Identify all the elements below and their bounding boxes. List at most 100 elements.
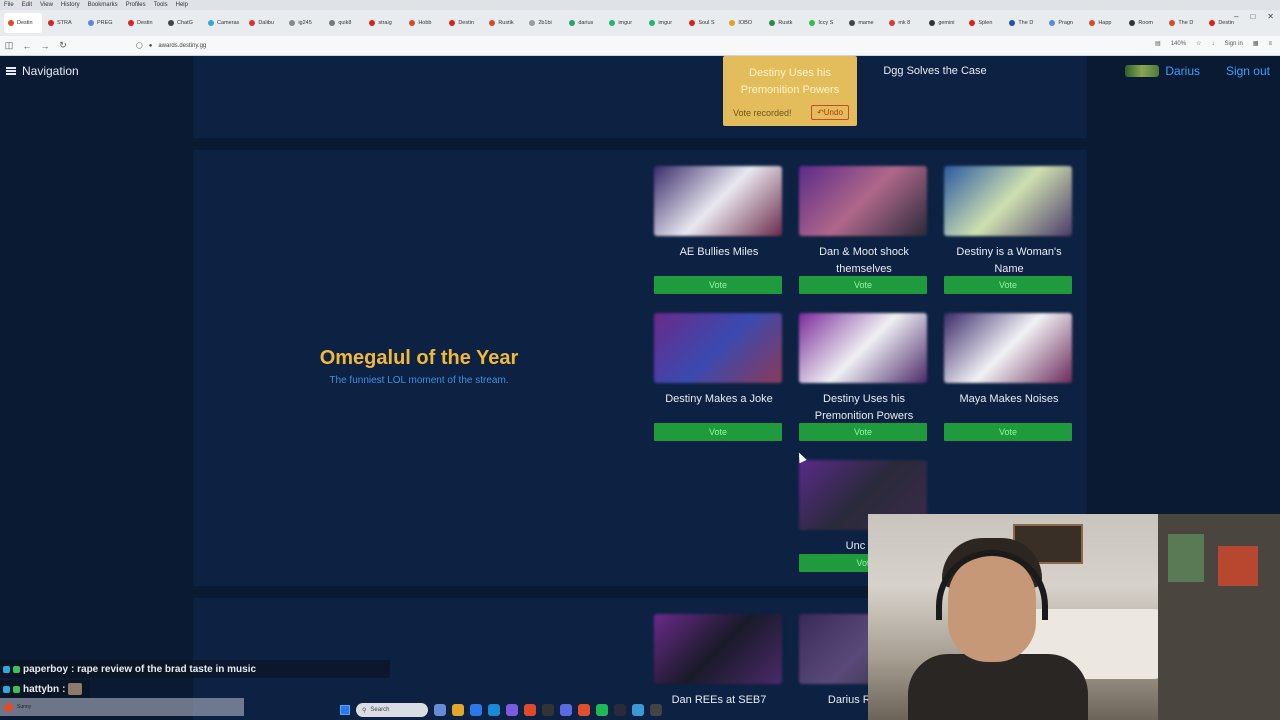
sign-out-link[interactable]: Sign out (1226, 64, 1270, 78)
tab-favicon-icon (809, 20, 816, 26)
weather-icon (4, 702, 13, 712)
browser-tab[interactable]: Hobb (405, 13, 443, 33)
menu-item[interactable]: History (61, 2, 80, 8)
browser-tab[interactable]: Iccy S (805, 13, 843, 33)
browser-tab[interactable]: Rustik (485, 13, 523, 33)
browser-tab[interactable]: imgur (605, 13, 643, 33)
vote-button[interactable]: Vote (944, 423, 1072, 441)
browser-tab[interactable]: IOBO (725, 13, 763, 33)
store-icon[interactable] (488, 704, 500, 716)
tab-favicon-icon (1089, 20, 1096, 26)
menu-item[interactable]: Tools (154, 2, 168, 8)
menu-item[interactable]: Help (176, 2, 188, 8)
windows-start-icon[interactable] (340, 705, 350, 715)
browser-tab[interactable]: Room (1125, 13, 1163, 33)
browser-tab[interactable]: 2b1bi (525, 13, 563, 33)
nominee-thumbnail[interactable] (654, 614, 782, 684)
nominee-thumbnail[interactable] (654, 313, 782, 383)
browser-tab[interactable]: Happ (1085, 13, 1123, 33)
task-view-icon[interactable] (434, 704, 446, 716)
back-icon[interactable]: ← (18, 41, 36, 51)
discord-icon[interactable] (560, 704, 572, 716)
browser-tab[interactable]: Dalibu (245, 13, 283, 33)
menu-item[interactable]: File (4, 2, 14, 8)
zoom-level[interactable]: 140% (1171, 41, 1186, 47)
chat-text: : (62, 683, 66, 695)
browser-tab[interactable]: Destin (4, 13, 42, 33)
file-explorer-icon[interactable] (452, 704, 464, 716)
url-field[interactable]: ◯ ● awards.destiny.gg (136, 42, 206, 50)
nominee-card: Destiny Makes a Joke Vote (654, 313, 784, 441)
vote-button[interactable]: Vote (799, 423, 927, 441)
download-icon[interactable]: ↓ (1211, 41, 1214, 47)
bookmark-star-icon[interactable]: ☆ (1196, 40, 1201, 47)
nominee-thumbnail[interactable] (944, 166, 1072, 236)
nominee-thumbnail[interactable] (654, 166, 782, 236)
browser-tab[interactable]: Soul S (685, 13, 723, 33)
reader-icon[interactable]: ▤ (1155, 40, 1161, 47)
taskbar-search[interactable]: ⚲ Search (356, 703, 428, 717)
extensions-icon[interactable]: ▦ (1253, 40, 1259, 47)
tab-label: Destin (137, 20, 153, 26)
browser-tab[interactable]: darius (565, 13, 603, 33)
browser-tab[interactable]: quik8 (325, 13, 363, 33)
user-profile[interactable]: Darius (1125, 64, 1200, 78)
tab-favicon-icon (88, 20, 94, 26)
browser-tab[interactable]: Destin (124, 13, 162, 33)
tab-label: imgur (618, 20, 633, 26)
menu-item[interactable]: Profiles (126, 2, 146, 8)
app-icon[interactable] (506, 704, 518, 716)
weather-widget[interactable]: Sunny (0, 698, 244, 716)
undo-button[interactable]: ↶Undo (811, 105, 849, 120)
app-icon[interactable] (524, 704, 536, 716)
nominee-thumbnail[interactable] (799, 313, 927, 383)
firefox-icon[interactable] (578, 704, 590, 716)
browser-tab[interactable]: mame (845, 13, 883, 33)
menu-item[interactable]: View (40, 2, 53, 8)
browser-tab[interactable]: STRA (44, 13, 82, 33)
browser-tab[interactable]: PREG (84, 13, 122, 33)
app-icon[interactable] (650, 704, 662, 716)
maximize-icon[interactable]: □ (1250, 12, 1255, 21)
tab-label: IOBO (738, 20, 753, 26)
vote-button[interactable]: Vote (799, 276, 927, 294)
navigation-toggle[interactable]: Navigation (6, 64, 79, 78)
app-icon[interactable] (632, 704, 644, 716)
minimize-icon[interactable]: – (1234, 12, 1238, 21)
close-icon[interactable]: ✕ (1267, 12, 1274, 21)
browser-tab[interactable]: Pragn (1045, 13, 1083, 33)
browser-tab[interactable]: straig (365, 13, 403, 33)
app-icon[interactable] (542, 704, 554, 716)
browser-tab[interactable]: The D (1005, 13, 1043, 33)
menu-item[interactable]: Bookmarks (88, 2, 118, 8)
webcam-streamer-body (908, 654, 1088, 720)
sign-in-button[interactable]: Sign in (1224, 41, 1242, 47)
spotify-icon[interactable] (596, 704, 608, 716)
reload-icon[interactable]: ↻ (54, 40, 72, 51)
browser-tab[interactable]: mk 8 (885, 13, 923, 33)
menu-item[interactable]: Edit (22, 2, 32, 8)
menu-icon[interactable]: ≡ (1268, 41, 1272, 47)
vote-button[interactable]: Vote (944, 276, 1072, 294)
vote-button[interactable]: Vote (654, 423, 782, 441)
nominee-thumbnail[interactable] (944, 313, 1072, 383)
browser-tab[interactable]: Destin (445, 13, 483, 33)
chat-overlay: paperboy : rape review of the brad taste… (0, 660, 390, 700)
browser-tab[interactable]: The D (1165, 13, 1203, 33)
browser-tab[interactable]: ig245 (285, 13, 323, 33)
browser-tab[interactable]: Cameras (204, 13, 243, 33)
browser-tab[interactable]: Splen (965, 13, 1003, 33)
browser-tab[interactable]: Rustk (765, 13, 803, 33)
nominee-thumbnail[interactable] (799, 166, 927, 236)
browser-tab[interactable]: imgur (645, 13, 683, 33)
browser-tab[interactable]: ChatG (164, 13, 202, 33)
tab-favicon-icon (249, 20, 256, 26)
steam-icon[interactable] (614, 704, 626, 716)
nominee-card: Dan REEs at SEB7 (654, 614, 784, 709)
forward-icon[interactable]: → (36, 41, 54, 51)
browser-tab[interactable]: gemini (925, 13, 963, 33)
vote-button[interactable]: Vote (654, 276, 782, 294)
edge-icon[interactable] (470, 704, 482, 716)
sidebar-icon[interactable]: ◫ (0, 40, 18, 51)
navigation-label: Navigation (22, 64, 79, 78)
